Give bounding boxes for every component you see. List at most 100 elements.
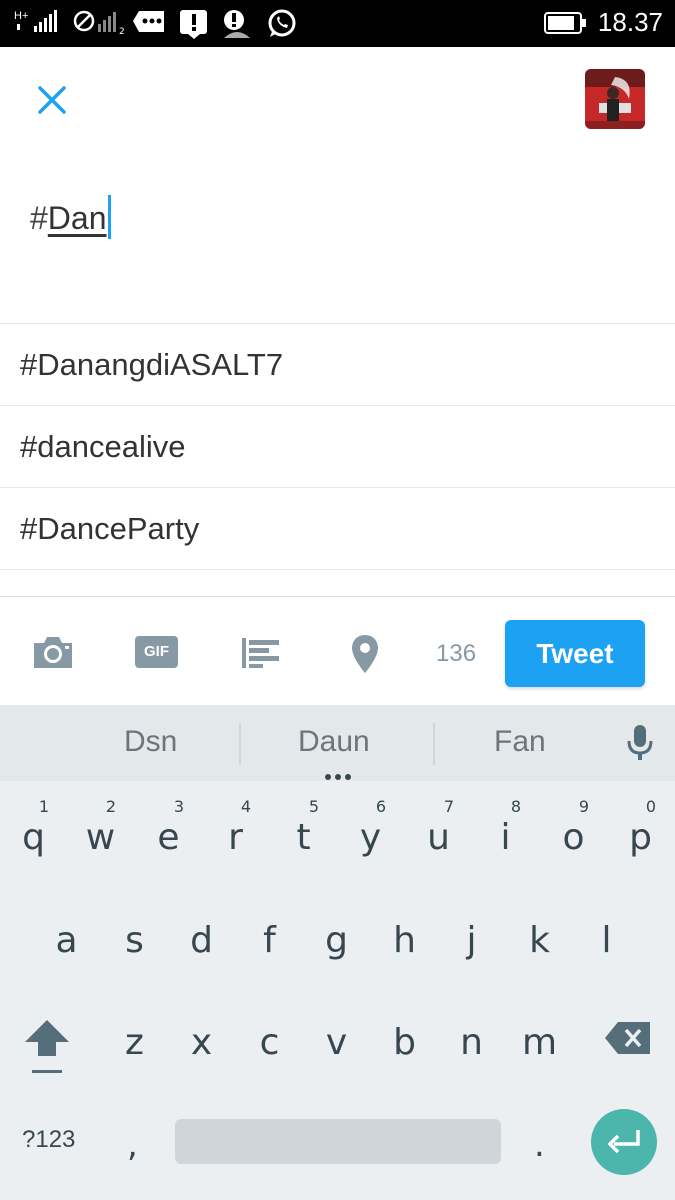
clock: 18.37 (597, 7, 663, 37)
camera-icon[interactable] (31, 633, 75, 671)
key-number-hint: 0 (645, 797, 656, 816)
key-number-hint: 2 (105, 797, 116, 816)
enter-key[interactable] (591, 1109, 657, 1175)
key-y[interactable]: 6y (337, 793, 404, 873)
key-label: q (22, 817, 45, 858)
key-label: t (296, 817, 311, 858)
key-g[interactable]: g (303, 896, 370, 976)
space-key[interactable] (175, 1119, 501, 1164)
status-bar: H+ 2 18.37 (0, 0, 675, 47)
key-n[interactable]: n (438, 998, 505, 1078)
key-number-hint: 7 (443, 797, 454, 816)
key-s[interactable]: s (101, 896, 168, 976)
key-number-hint: 9 (578, 797, 589, 816)
key-r[interactable]: 4r (202, 793, 269, 873)
hashtag-suggestion[interactable]: #dancealive (0, 406, 675, 488)
signal-icon: H+ (14, 10, 57, 32)
key-number-hint: 3 (173, 797, 184, 816)
key-label: i (500, 817, 511, 858)
key-j[interactable]: j (438, 896, 505, 976)
word-suggestion[interactable]: Fan (494, 725, 546, 759)
key-label: v (325, 1022, 348, 1063)
key-label: w (85, 817, 116, 858)
key-u[interactable]: 7u (405, 793, 472, 873)
gif-button[interactable]: GIF (135, 636, 178, 668)
key-i[interactable]: 8i (472, 793, 539, 873)
key-q[interactable]: 1q (0, 793, 67, 873)
key-label: s (125, 920, 144, 961)
period-key[interactable]: . (534, 1125, 545, 1165)
key-label: u (427, 817, 450, 858)
signal-2-icon: 2 (73, 10, 125, 37)
hashtag-suggestion[interactable]: #DanangdiASALT7 (0, 324, 675, 406)
enter-icon (607, 1130, 640, 1154)
key-k[interactable]: k (506, 896, 573, 976)
typed-word: Dan (47, 200, 107, 236)
character-count: 136 (436, 640, 477, 667)
key-h[interactable]: h (371, 896, 438, 976)
comma-key[interactable]: , (127, 1125, 138, 1165)
key-label: o (562, 817, 585, 858)
close-icon (38, 86, 66, 114)
key-label: b (393, 1022, 416, 1063)
message-notification-icon (133, 11, 164, 32)
key-e[interactable]: 3e (135, 793, 202, 873)
word-suggestion[interactable]: Daun (298, 725, 370, 759)
key-label: h (393, 920, 416, 961)
key-f[interactable]: f (236, 896, 303, 976)
key-w[interactable]: 2w (67, 793, 134, 873)
backspace-key[interactable] (604, 1020, 652, 1056)
key-x[interactable]: x (168, 998, 235, 1078)
key-c[interactable]: c (236, 998, 303, 1078)
alert-notification-icon (180, 10, 207, 39)
key-label: e (157, 817, 180, 858)
avatar[interactable] (585, 69, 645, 129)
divider (239, 723, 241, 765)
avatar-image (585, 69, 645, 129)
key-a[interactable]: a (33, 896, 100, 976)
keyboard-suggestion-bar: Dsn Daun Fan (0, 705, 675, 781)
text-cursor (107, 195, 111, 239)
key-label: l (601, 920, 612, 961)
key-m[interactable]: m (506, 998, 573, 1078)
network-type-label: H+ (14, 10, 28, 22)
divider (0, 570, 675, 597)
location-icon[interactable] (350, 633, 380, 675)
close-button[interactable] (30, 78, 74, 122)
key-label: z (125, 1022, 144, 1063)
tweet-button[interactable]: Tweet (505, 620, 645, 687)
microphone-icon[interactable] (625, 723, 655, 763)
symbols-key[interactable]: ?123 (22, 1126, 75, 1154)
shift-key[interactable] (22, 1018, 72, 1076)
key-label: p (629, 817, 652, 858)
key-label: a (55, 920, 78, 961)
key-label: k (529, 920, 550, 961)
poll-icon[interactable] (240, 636, 282, 670)
hash-symbol: # (30, 200, 48, 236)
key-label: r (228, 817, 243, 858)
key-t[interactable]: 5t (270, 793, 337, 873)
more-suggestions-icon[interactable] (324, 773, 352, 781)
key-number-hint: 1 (38, 797, 49, 816)
key-label: j (466, 920, 477, 961)
key-label: f (263, 920, 276, 961)
key-number-hint: 6 (375, 797, 386, 816)
key-label: d (190, 920, 213, 961)
key-v[interactable]: v (303, 998, 370, 1078)
key-b[interactable]: b (371, 998, 438, 1078)
hashtag-suggestion-list: #DanangdiASALT7 #dancealive #DanceParty (0, 323, 675, 597)
key-number-hint: 4 (240, 797, 251, 816)
key-o[interactable]: 9o (540, 793, 607, 873)
key-label: m (521, 1022, 558, 1063)
key-z[interactable]: z (101, 998, 168, 1078)
hashtag-suggestion[interactable]: #DanceParty (0, 488, 675, 570)
key-label: x (190, 1022, 213, 1063)
tweet-compose-field[interactable]: #Dan (30, 195, 111, 239)
key-number-hint: 8 (510, 797, 521, 816)
key-d[interactable]: d (168, 896, 235, 976)
key-l[interactable]: l (573, 896, 640, 976)
key-p[interactable]: 0p (607, 793, 674, 873)
svg-text:2: 2 (119, 27, 125, 37)
word-suggestion[interactable]: Dsn (124, 725, 177, 759)
battery-icon (544, 12, 586, 34)
